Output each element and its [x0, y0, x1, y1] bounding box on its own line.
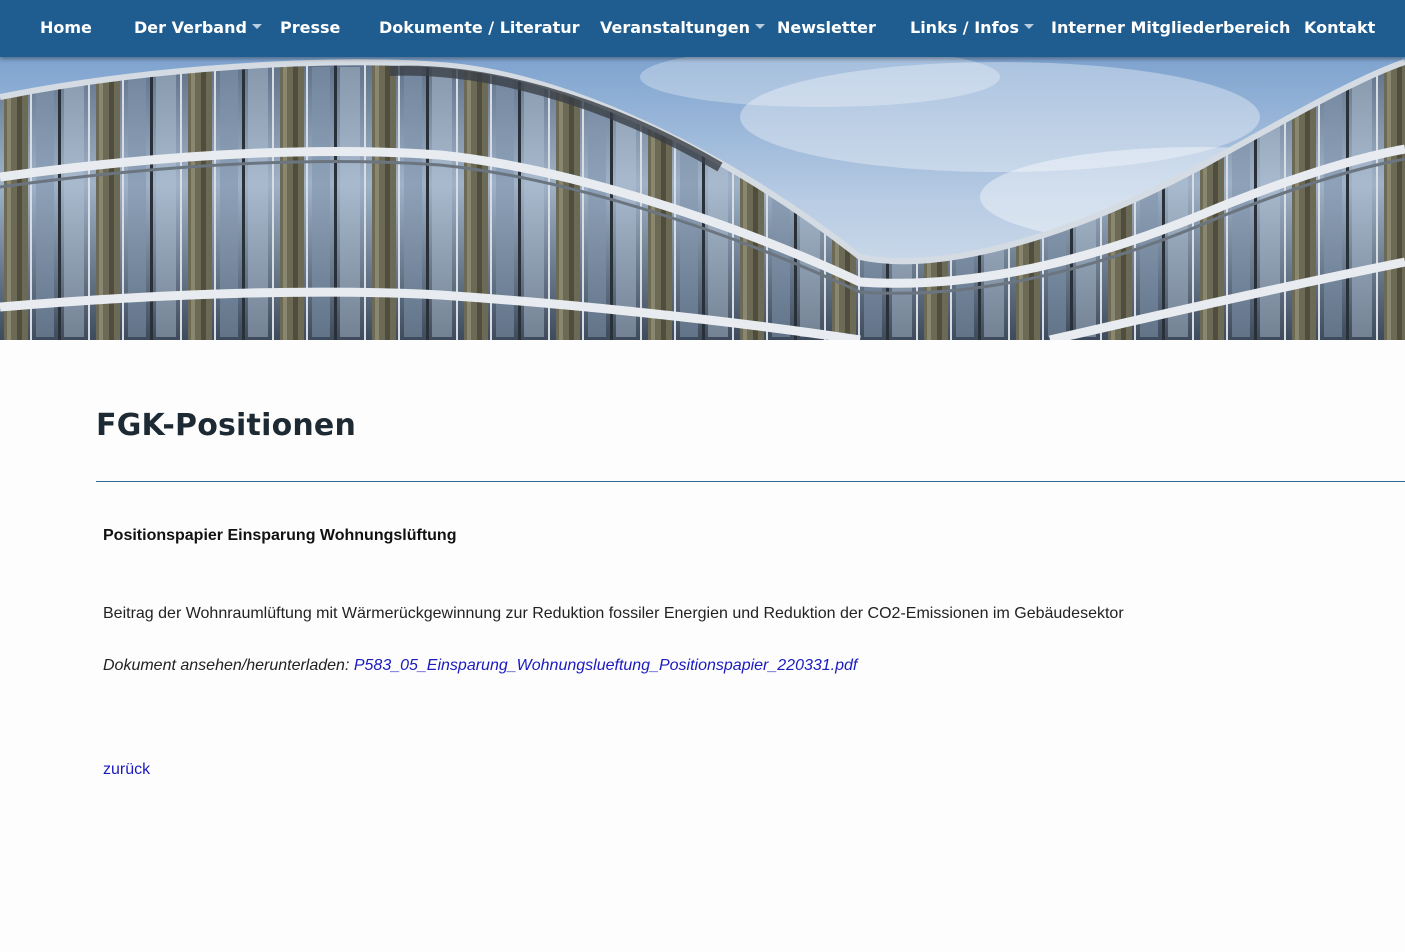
document-heading: Positionspapier Einsparung Wohnungslüftu…: [103, 527, 457, 544]
nav-item-dokumente-literatur[interactable]: Dokumente / Literatur: [379, 0, 580, 55]
dropdown-caret-icon: [1024, 24, 1035, 29]
nav-item-presse[interactable]: Presse: [280, 0, 340, 55]
nav-item-label: Links / Infos: [910, 18, 1020, 37]
nav-item-home[interactable]: Home: [40, 0, 92, 55]
nav-item-der-verband[interactable]: Der Verband: [134, 0, 262, 55]
nav-item-label: Presse: [280, 18, 341, 37]
page-title: FGK-Positionen: [96, 408, 357, 443]
nav-item-label: Der Verband: [134, 18, 247, 37]
dropdown-caret-icon: [755, 24, 766, 29]
hero-banner-image: [0, 57, 1405, 340]
nav-item-label: Newsletter: [777, 18, 876, 37]
nav-item-interner-mitgliederbereich[interactable]: Interner Mitgliederbereich: [1051, 0, 1290, 55]
nav-item-label: Home: [40, 18, 92, 37]
nav-item-label: Interner Mitgliederbereich: [1051, 18, 1291, 37]
nav-item-veranstaltungen[interactable]: Veranstaltungen: [600, 0, 766, 55]
nav-item-label: Dokumente / Literatur: [379, 18, 580, 37]
nav-item-links-infos[interactable]: Links / Infos: [910, 0, 1035, 55]
dropdown-caret-icon: [251, 24, 262, 29]
nav-item-kontakt[interactable]: Kontakt: [1304, 0, 1375, 55]
nav-item-label: Veranstaltungen: [600, 18, 751, 37]
document-download-link[interactable]: P583_05_Einsparung_Wohnungslueftung_Posi…: [354, 657, 858, 674]
nav-item-newsletter[interactable]: Newsletter: [777, 0, 876, 55]
back-link[interactable]: zurück: [103, 761, 150, 779]
building-facade-illustration: [0, 57, 1405, 340]
download-prefix: Dokument ansehen/herunterladen:: [103, 657, 354, 674]
nav-item-label: Kontakt: [1304, 18, 1376, 37]
document-description: Beitrag der Wohnraumlüftung mit Wärmerüc…: [103, 605, 1124, 622]
download-line: Dokument ansehen/herunterladen: P583_05_…: [103, 657, 857, 675]
main-navigation: Home Der Verband Presse Dokumente / Lite…: [0, 0, 1405, 57]
title-divider: [96, 481, 1405, 482]
